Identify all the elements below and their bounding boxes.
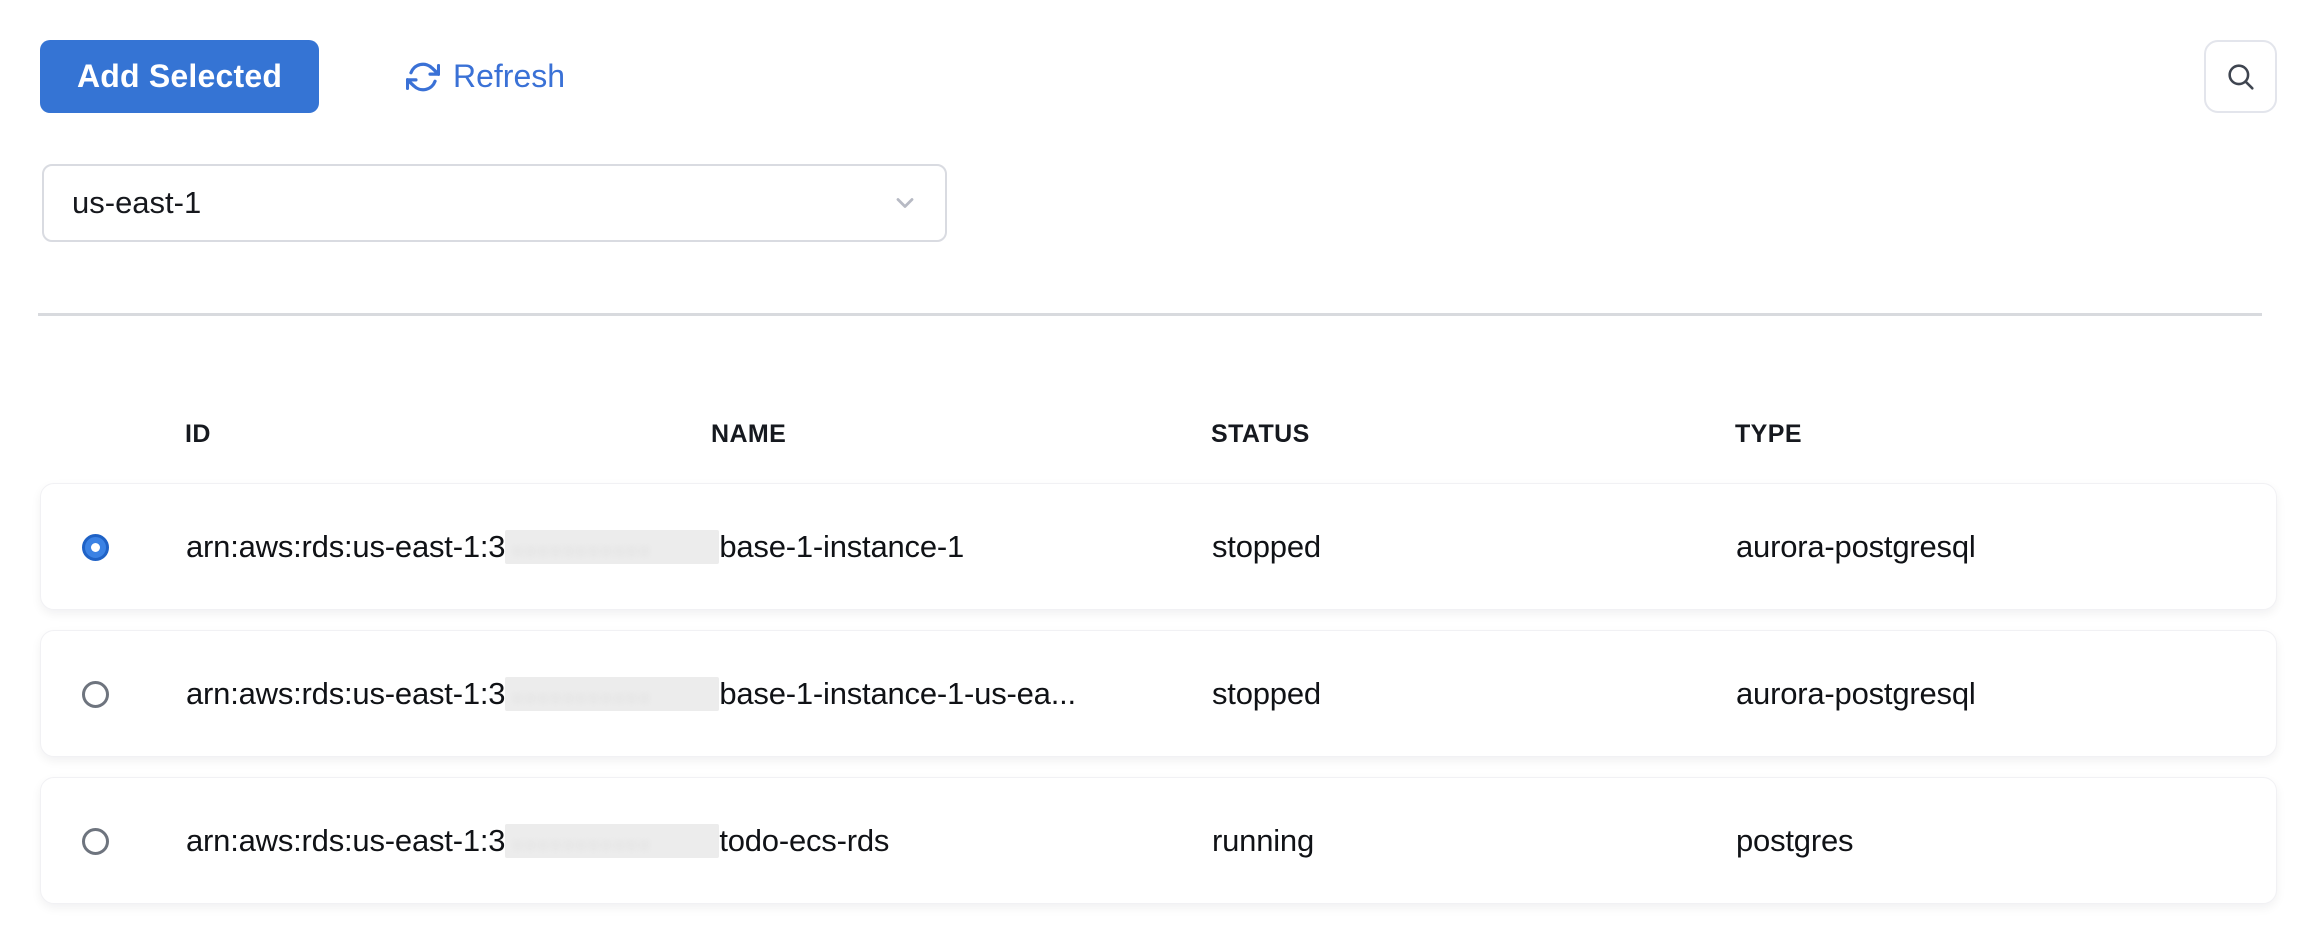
arn-prefix: arn:aws:rds:us-east-1:3	[186, 676, 505, 712]
refresh-button[interactable]: Refresh	[406, 40, 565, 113]
chevron-down-icon	[891, 189, 919, 217]
instance-id: arn:aws:rds:us-east-1:3···········base-1…	[186, 631, 1212, 756]
redacted-account-id: ···········	[505, 824, 719, 858]
table-row[interactable]: arn:aws:rds:us-east-1:3···········base-1…	[40, 483, 2277, 610]
redacted-account-id: ···········	[505, 530, 719, 564]
search-icon	[2224, 60, 2258, 94]
arn-suffix: base-1-instance-1	[719, 529, 964, 565]
radio-button[interactable]	[82, 828, 109, 855]
instance-type: aurora-postgresql	[1736, 484, 2266, 609]
add-selected-button[interactable]: Add Selected	[40, 40, 319, 113]
instance-id: arn:aws:rds:us-east-1:3···········base-1…	[186, 484, 1212, 609]
column-header-type: TYPE	[1735, 420, 1802, 448]
search-button[interactable]	[2204, 40, 2277, 113]
region-select[interactable]: us-east-1	[42, 164, 947, 242]
arn-prefix: arn:aws:rds:us-east-1:3	[186, 529, 505, 565]
instance-status: running	[1212, 778, 1732, 903]
radio-button[interactable]	[82, 534, 109, 561]
divider	[38, 313, 2262, 316]
instance-picker-panel: Add Selected Refresh us-east-1	[0, 0, 2298, 934]
refresh-label: Refresh	[453, 58, 565, 95]
instance-status: stopped	[1212, 484, 1732, 609]
arn-prefix: arn:aws:rds:us-east-1:3	[186, 823, 505, 859]
refresh-icon	[406, 60, 440, 94]
instance-type: aurora-postgresql	[1736, 631, 2266, 756]
arn-suffix: todo-ecs-rds	[719, 823, 889, 859]
table-row[interactable]: arn:aws:rds:us-east-1:3···········base-1…	[40, 630, 2277, 757]
instance-status: stopped	[1212, 631, 1732, 756]
radio-button[interactable]	[82, 681, 109, 708]
table-row[interactable]: arn:aws:rds:us-east-1:3···········todo-e…	[40, 777, 2277, 904]
column-header-status: STATUS	[1211, 420, 1310, 448]
redacted-account-id: ···········	[505, 677, 719, 711]
table-header: ID NAME STATUS TYPE	[40, 420, 2277, 450]
instance-id: arn:aws:rds:us-east-1:3···········todo-e…	[186, 778, 1212, 903]
column-header-name: NAME	[711, 420, 786, 448]
arn-suffix: base-1-instance-1-us-ea...	[719, 676, 1076, 712]
region-select-value: us-east-1	[72, 185, 201, 221]
column-header-id: ID	[185, 420, 211, 448]
instance-type: postgres	[1736, 778, 2266, 903]
